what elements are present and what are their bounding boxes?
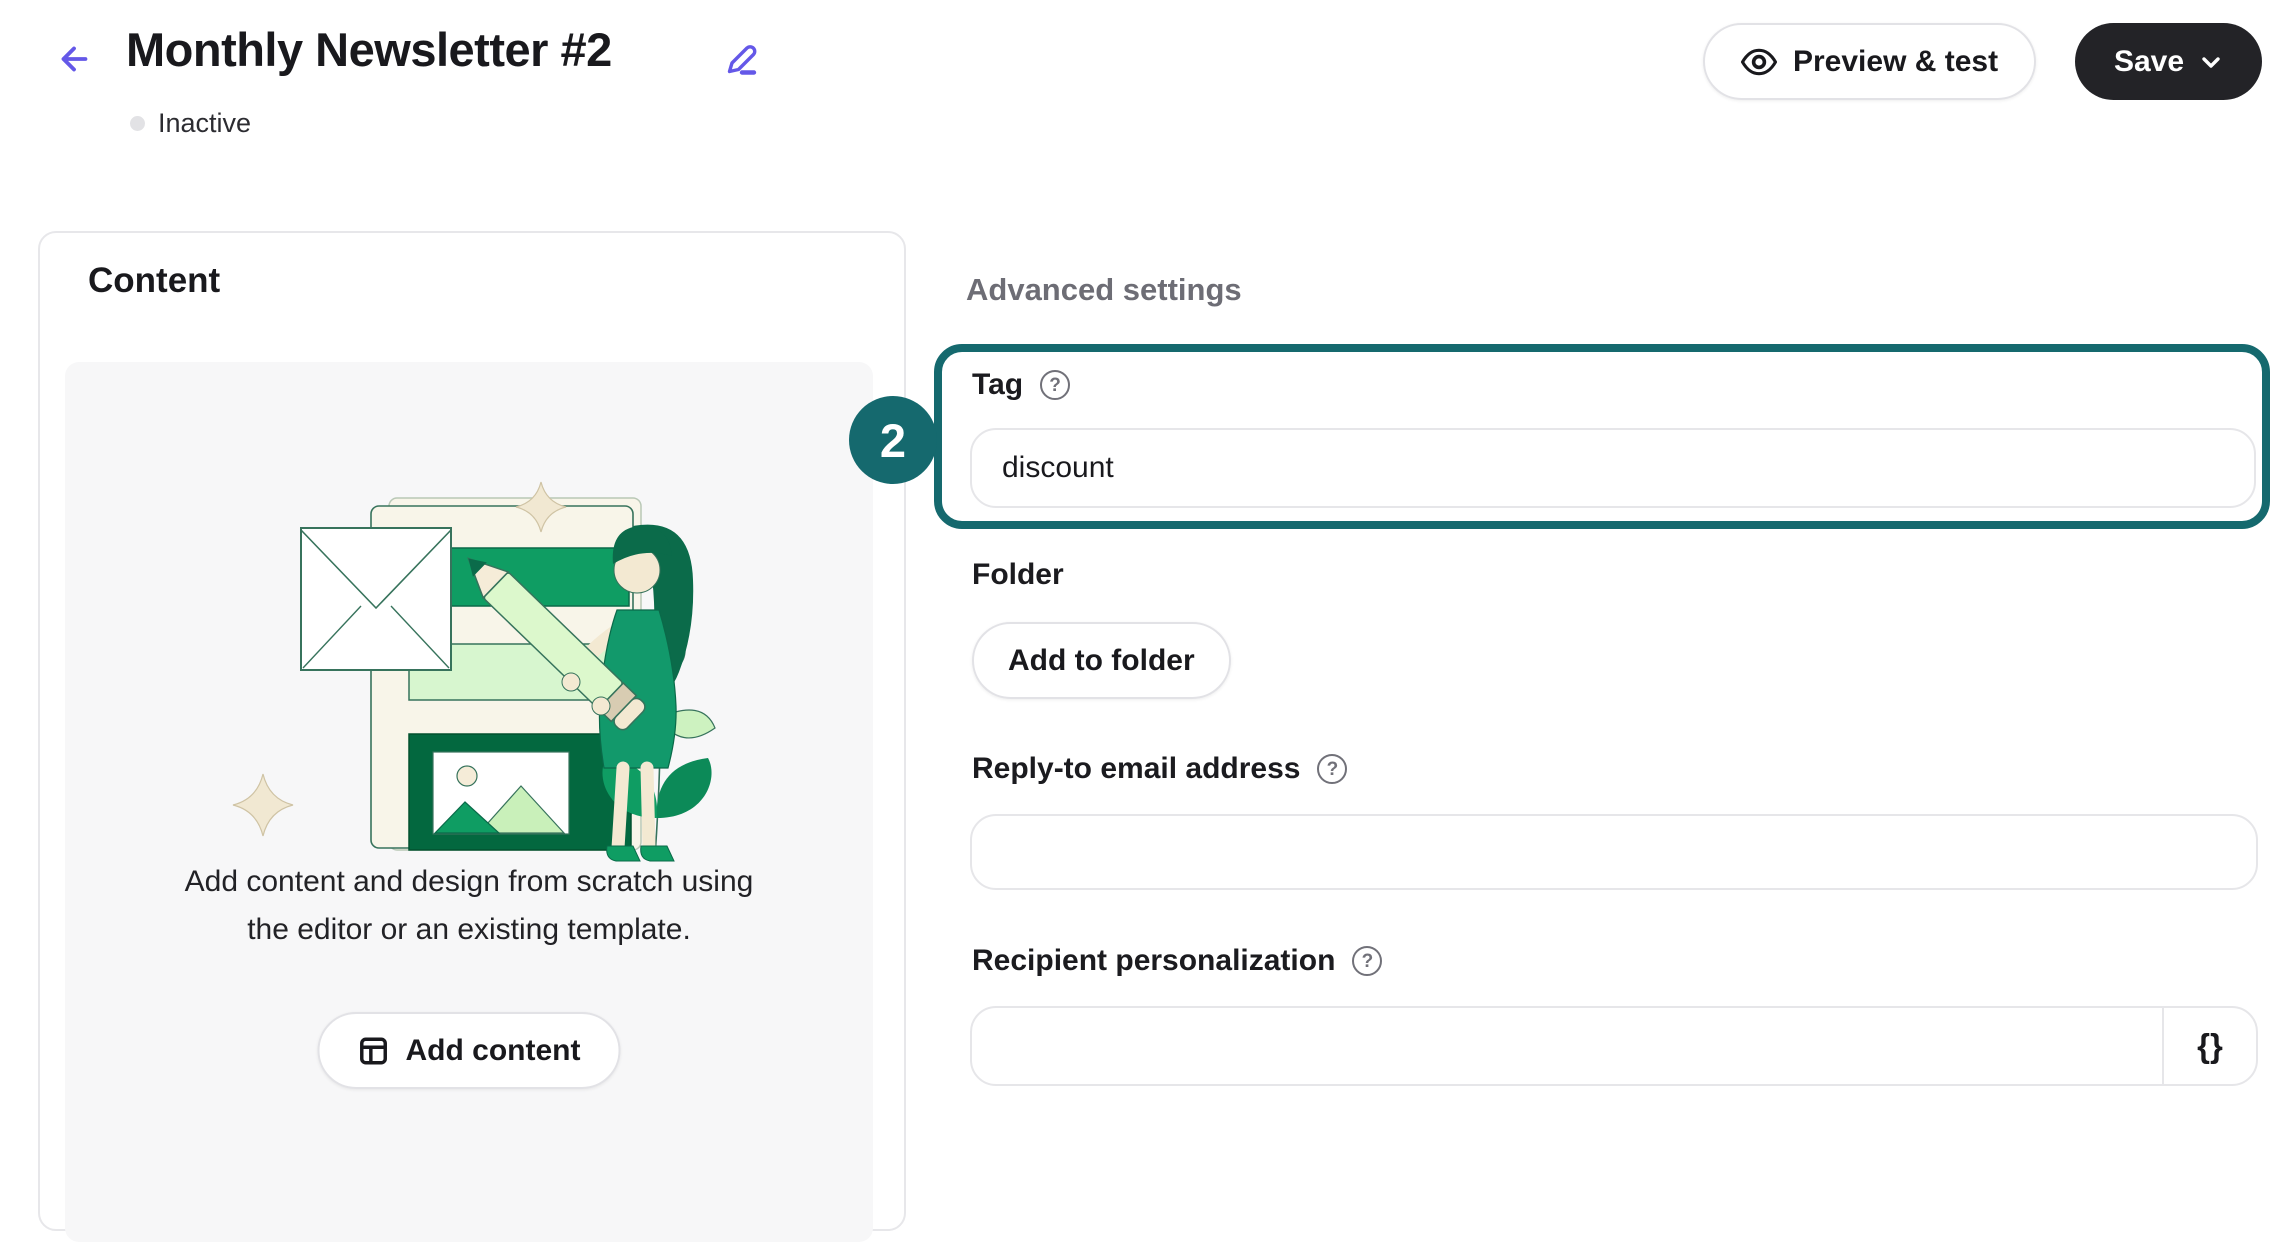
reply-to-help-icon[interactable]: ? — [1317, 754, 1347, 784]
tag-label-row: Tag ? — [972, 368, 1070, 402]
add-to-folder-label: Add to folder — [1008, 644, 1195, 678]
step-2-badge: 2 — [849, 396, 937, 484]
content-card: Content — [38, 231, 906, 1231]
tag-help-icon[interactable]: ? — [1040, 370, 1070, 400]
preview-test-label: Preview & test — [1793, 45, 1998, 79]
insert-variable-button[interactable]: {} — [2164, 1008, 2256, 1084]
personalization-input-group: {} — [970, 1006, 2258, 1086]
chevron-down-icon — [2199, 50, 2223, 74]
content-card-title: Content — [88, 261, 220, 301]
tag-highlight-box: Tag ? — [934, 344, 2270, 529]
save-label: Save — [2114, 45, 2184, 79]
pencil-icon — [717, 34, 765, 85]
folder-label-row: Folder — [972, 558, 1064, 592]
personalization-label-row: Recipient personalization ? — [972, 944, 1382, 978]
page-title: Monthly Newsletter #2 — [126, 22, 612, 77]
tag-label: Tag — [972, 368, 1023, 402]
reply-to-label-row: Reply-to email address ? — [972, 752, 1347, 786]
arrow-left-icon — [53, 38, 95, 83]
status: Inactive — [130, 108, 251, 139]
content-description-line1: Add content and design from scratch usin… — [65, 865, 873, 899]
tag-input[interactable] — [970, 428, 2256, 508]
content-panel: Add content and design from scratch usin… — [65, 362, 873, 1242]
personalization-label: Recipient personalization — [972, 944, 1335, 978]
advanced-settings-title: Advanced settings — [966, 272, 1242, 308]
newsletter-illustration — [209, 478, 729, 868]
personalization-help-icon[interactable]: ? — [1352, 946, 1382, 976]
add-to-folder-button[interactable]: Add to folder — [972, 622, 1231, 699]
curly-braces-icon: {} — [2197, 1027, 2223, 1065]
back-button[interactable] — [46, 32, 102, 88]
preview-test-button[interactable]: Preview & test — [1703, 23, 2036, 100]
status-label: Inactive — [158, 108, 251, 139]
layout-icon — [358, 1035, 390, 1067]
edit-title-button[interactable] — [712, 30, 770, 88]
add-content-button[interactable]: Add content — [318, 1012, 621, 1089]
reply-to-input[interactable] — [970, 814, 2258, 890]
reply-to-label: Reply-to email address — [972, 752, 1300, 786]
eye-icon — [1741, 48, 1777, 76]
save-button[interactable]: Save — [2075, 23, 2262, 100]
status-dot — [130, 116, 145, 131]
add-content-label: Add content — [406, 1034, 581, 1068]
personalization-input[interactable] — [972, 1008, 2162, 1084]
content-description-line2: the editor or an existing template. — [65, 913, 873, 947]
folder-label: Folder — [972, 558, 1064, 592]
